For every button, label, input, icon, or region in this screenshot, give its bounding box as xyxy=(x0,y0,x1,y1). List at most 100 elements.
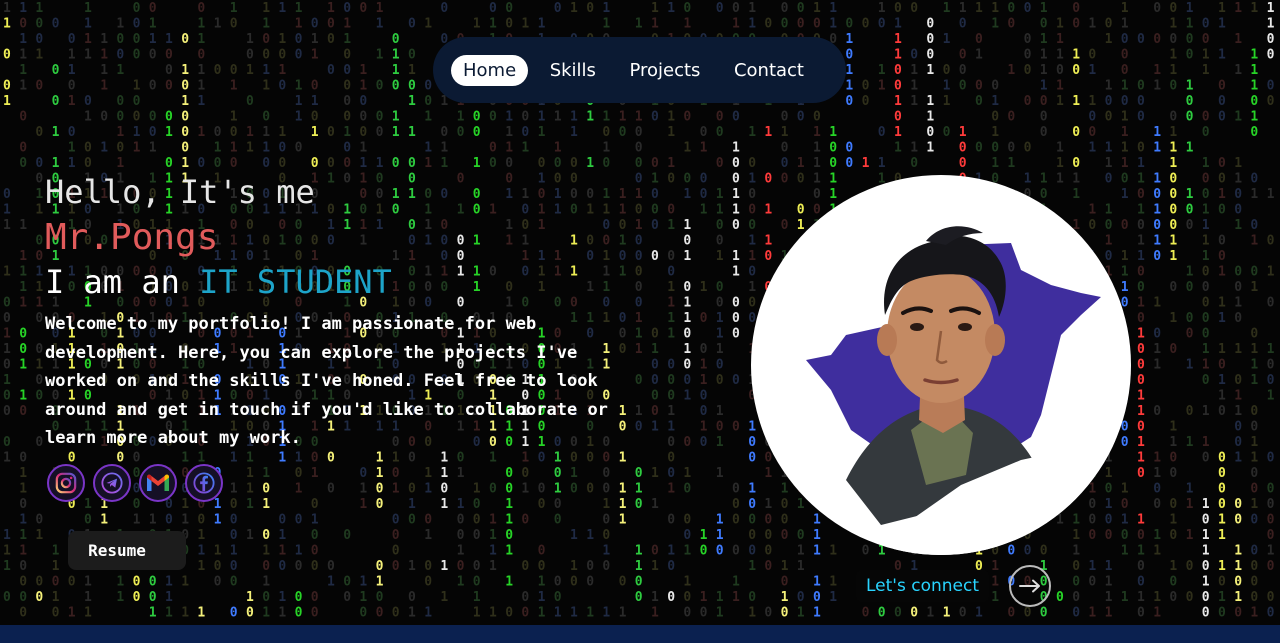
svg-text:0: 0 xyxy=(1186,110,1194,125)
svg-text:0: 0 xyxy=(327,559,335,574)
svg-text:0: 0 xyxy=(683,513,691,528)
svg-text:0: 0 xyxy=(1202,17,1210,32)
svg-text:1: 1 xyxy=(732,17,740,32)
svg-text:0: 0 xyxy=(489,141,497,156)
svg-text:0: 0 xyxy=(1202,451,1210,466)
svg-text:1: 1 xyxy=(1250,110,1258,125)
svg-text:1: 1 xyxy=(376,1,384,16)
svg-text:0: 0 xyxy=(1250,466,1258,481)
connect-arrow-button[interactable] xyxy=(1009,565,1051,607)
svg-text:1: 1 xyxy=(197,32,205,47)
svg-text:0: 0 xyxy=(149,590,157,605)
svg-text:0: 0 xyxy=(1218,234,1226,249)
svg-text:1: 1 xyxy=(1250,358,1258,373)
svg-text:1: 1 xyxy=(327,1,335,16)
nav-home[interactable]: Home xyxy=(451,54,529,86)
svg-text:0: 0 xyxy=(1234,420,1242,435)
svg-text:1: 1 xyxy=(295,110,303,125)
svg-text:1: 1 xyxy=(408,559,416,574)
svg-text:1: 1 xyxy=(35,265,43,280)
svg-text:0: 0 xyxy=(1072,590,1080,605)
svg-text:1: 1 xyxy=(1218,48,1226,63)
gmail-link[interactable] xyxy=(139,464,177,502)
svg-text:1: 1 xyxy=(1105,497,1113,512)
svg-text:1: 1 xyxy=(797,218,805,233)
svg-text:1: 1 xyxy=(165,575,173,590)
svg-text:1: 1 xyxy=(133,125,141,140)
svg-text:1: 1 xyxy=(829,575,837,590)
svg-text:0: 0 xyxy=(19,327,27,342)
svg-text:1: 1 xyxy=(1121,125,1129,140)
svg-text:1: 1 xyxy=(781,482,789,497)
svg-text:1: 1 xyxy=(1218,296,1226,311)
svg-text:1: 1 xyxy=(959,125,967,140)
svg-text:1: 1 xyxy=(1250,280,1258,295)
svg-text:1: 1 xyxy=(505,141,513,156)
svg-text:0: 0 xyxy=(1202,311,1210,326)
right-ear xyxy=(985,324,1005,356)
svg-text:0: 0 xyxy=(3,590,11,605)
telegram-link[interactable] xyxy=(93,464,131,502)
svg-text:1: 1 xyxy=(197,94,205,109)
svg-text:0: 0 xyxy=(1153,32,1161,47)
svg-text:0: 0 xyxy=(845,141,853,156)
svg-text:1: 1 xyxy=(408,63,416,78)
svg-text:1: 1 xyxy=(1137,203,1145,218)
svg-text:1: 1 xyxy=(246,528,254,543)
svg-text:1: 1 xyxy=(327,575,335,590)
svg-text:1: 1 xyxy=(424,17,432,32)
svg-text:1: 1 xyxy=(1105,203,1113,218)
nav-skills[interactable]: Skills xyxy=(538,55,608,86)
svg-text:1: 1 xyxy=(1153,466,1161,481)
svg-text:1: 1 xyxy=(894,17,902,32)
svg-text:0: 0 xyxy=(278,141,286,156)
instagram-link[interactable] xyxy=(47,464,85,502)
svg-text:0: 0 xyxy=(943,63,951,78)
svg-text:1: 1 xyxy=(732,187,740,202)
svg-text:0: 0 xyxy=(181,141,189,156)
instagram-icon xyxy=(55,472,77,494)
svg-text:0: 0 xyxy=(3,79,11,94)
svg-text:1: 1 xyxy=(3,544,11,559)
svg-text:1: 1 xyxy=(716,590,724,605)
svg-text:0: 0 xyxy=(1202,110,1210,125)
svg-text:0: 0 xyxy=(586,575,594,590)
svg-text:0: 0 xyxy=(311,559,319,574)
svg-text:1: 1 xyxy=(1088,606,1096,621)
nav-projects[interactable]: Projects xyxy=(617,55,712,86)
svg-text:1: 1 xyxy=(262,497,270,512)
svg-text:0: 0 xyxy=(1169,203,1177,218)
facebook-link[interactable] xyxy=(185,464,223,502)
svg-text:0: 0 xyxy=(700,389,708,404)
svg-text:0: 0 xyxy=(408,156,416,171)
svg-text:1: 1 xyxy=(716,466,724,481)
svg-text:0: 0 xyxy=(376,559,384,574)
svg-text:0: 0 xyxy=(602,559,610,574)
svg-text:0: 0 xyxy=(440,125,448,140)
svg-text:1: 1 xyxy=(1088,559,1096,574)
svg-text:1: 1 xyxy=(926,94,934,109)
svg-text:0: 0 xyxy=(1072,1,1080,16)
resume-button[interactable]: Resume xyxy=(68,531,186,570)
svg-text:0: 0 xyxy=(197,156,205,171)
svg-text:1: 1 xyxy=(748,280,756,295)
svg-text:0: 0 xyxy=(764,544,772,559)
svg-text:1: 1 xyxy=(359,79,367,94)
svg-text:1: 1 xyxy=(1007,63,1015,78)
svg-text:1: 1 xyxy=(910,79,918,94)
svg-text:1: 1 xyxy=(440,590,448,605)
svg-text:1: 1 xyxy=(262,141,270,156)
svg-text:0: 0 xyxy=(489,1,497,16)
svg-text:1: 1 xyxy=(246,141,254,156)
svg-text:0: 0 xyxy=(1234,311,1242,326)
svg-text:0: 0 xyxy=(52,575,60,590)
svg-text:0: 0 xyxy=(1169,575,1177,590)
svg-text:0: 0 xyxy=(311,590,319,605)
nav-contact[interactable]: Contact xyxy=(722,55,816,86)
svg-text:1: 1 xyxy=(197,79,205,94)
svg-text:1: 1 xyxy=(19,79,27,94)
svg-text:1: 1 xyxy=(52,590,60,605)
connect-button[interactable]: Let's connect xyxy=(856,570,989,602)
svg-text:1: 1 xyxy=(1250,451,1258,466)
svg-text:1: 1 xyxy=(1088,17,1096,32)
